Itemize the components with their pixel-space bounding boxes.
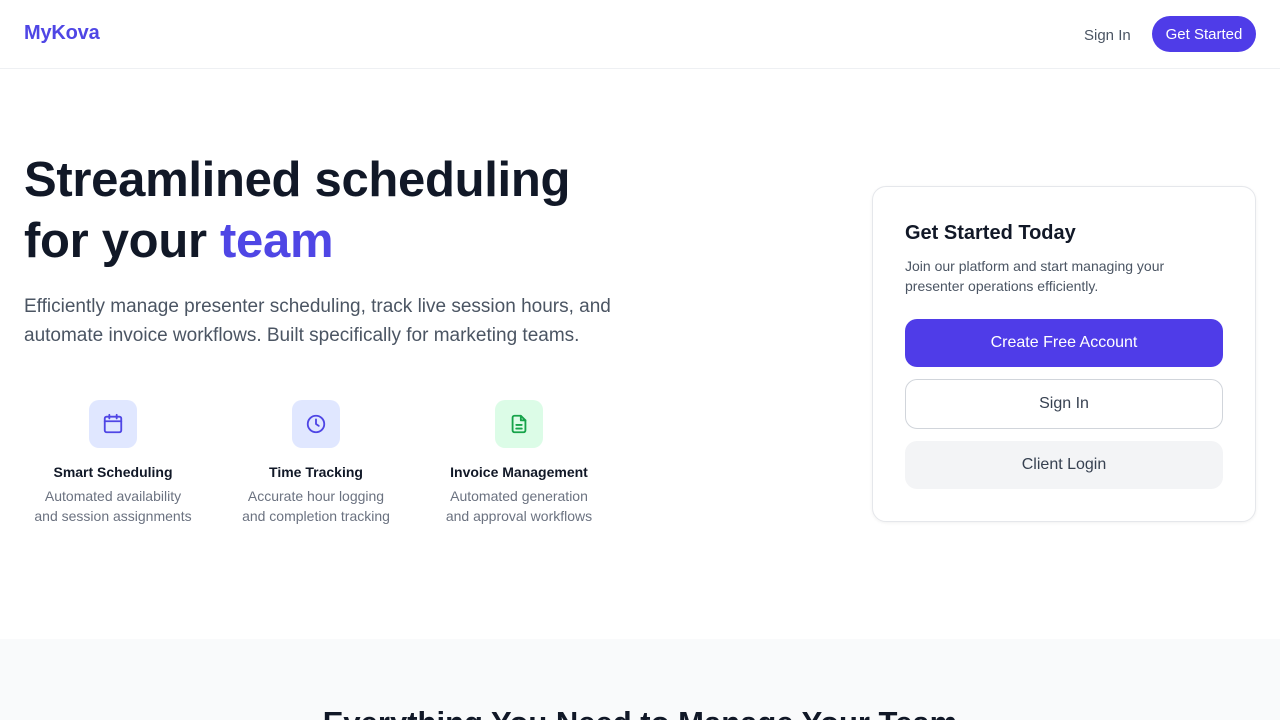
client-login-button[interactable]: Client Login: [905, 441, 1223, 489]
create-free-account-button[interactable]: Create Free Account: [905, 319, 1223, 367]
clock-icon: [292, 400, 340, 448]
hero-title: Streamlined scheduling for your team: [24, 150, 644, 272]
feature-description: Accurate hour logging and completion tra…: [242, 488, 390, 524]
nav-sign-in-button[interactable]: Sign In: [1076, 24, 1139, 46]
top-nav: MyKova Sign In Get Started: [0, 0, 1280, 69]
feature-smart-scheduling: Smart Scheduling Automated availability …: [33, 400, 193, 526]
feature-title: Time Tracking: [269, 464, 363, 480]
get-started-card: Get Started Today Join our platform and …: [872, 186, 1256, 522]
feature-title: Invoice Management: [450, 464, 588, 480]
section-title: Everything You Need to Manage Your Team: [0, 705, 1280, 720]
nav-get-started-button[interactable]: Get Started: [1152, 16, 1256, 52]
feature-description: Automated generation and approval workfl…: [445, 488, 593, 524]
hero-title-accent: team: [220, 214, 334, 268]
features-section: Everything You Need to Manage Your Team: [0, 639, 1280, 720]
hero-subtitle: Efficiently manage presenter scheduling,…: [24, 296, 611, 346]
card-title: Get Started Today: [905, 222, 1076, 244]
hero-title-line2: for your: [24, 214, 221, 268]
brand-logo[interactable]: MyKova: [24, 22, 100, 45]
feature-time-tracking: Time Tracking Accurate hour logging and …: [236, 400, 396, 526]
feature-description: Automated availability and session assig…: [34, 488, 192, 524]
hero-title-line1: Streamlined scheduling: [24, 153, 571, 207]
feature-title: Smart Scheduling: [53, 464, 173, 480]
calendar-icon: [89, 400, 137, 448]
card-description: Join our platform and start managing you…: [905, 258, 1165, 294]
card-sign-in-button[interactable]: Sign In: [905, 379, 1223, 429]
feature-invoice-management: Invoice Management Automated generation …: [439, 400, 599, 526]
document-icon: [495, 400, 543, 448]
